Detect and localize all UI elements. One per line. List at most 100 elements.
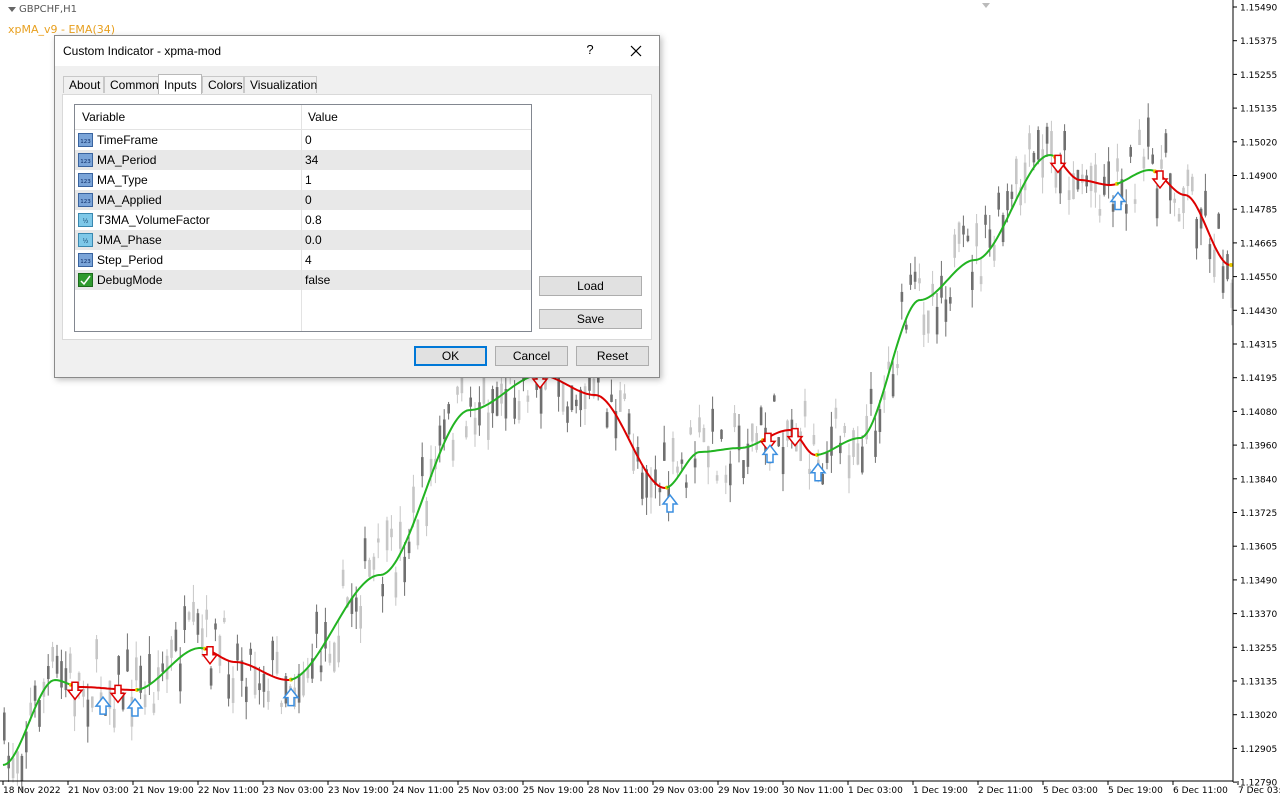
candle [979, 258, 983, 292]
candle [839, 435, 842, 465]
price-axis: 1.15490 1.15375 1.15255 1.15135 1.15020 1.149… [1233, 4, 1277, 789]
time-label: 5 Dec 03:00 [1043, 786, 1098, 796]
candle [324, 607, 327, 662]
param-value[interactable]: 0.8 [305, 210, 322, 230]
candle [1226, 250, 1229, 282]
table-row[interactable]: ½ JMA_Phase 0.0 [75, 230, 531, 250]
param-value[interactable]: 0 [305, 190, 312, 210]
table-header: Variable Value [75, 105, 531, 130]
svg-text:123: 123 [80, 199, 91, 205]
param-value[interactable]: false [305, 270, 330, 290]
time-label: 21 Nov 19:00 [133, 786, 194, 796]
param-value[interactable]: 0 [305, 130, 312, 150]
chart-shift-marker[interactable] [982, 3, 990, 8]
candle [724, 465, 728, 495]
ma-segment [70, 683, 138, 691]
price-label: 1.15020 [1240, 138, 1277, 148]
candle [341, 559, 345, 589]
param-name: DebugMode [97, 273, 163, 287]
candle [962, 215, 965, 248]
candle [1116, 143, 1119, 181]
candle [557, 372, 560, 412]
candle [394, 566, 398, 606]
load-button[interactable]: Load [539, 276, 642, 296]
table-row[interactable]: ½ T3MA_VolumeFactor 0.8 [75, 210, 531, 230]
candle [16, 750, 19, 786]
column-header-variable[interactable]: Variable [82, 105, 125, 129]
tab-visualization[interactable]: Visualization [244, 76, 317, 93]
sell-arrow-icon [1151, 170, 1169, 190]
double-param-icon: ½ [78, 233, 93, 247]
table-row[interactable]: 123 TimeFrame 0 [75, 130, 531, 150]
tab-about[interactable]: About [63, 76, 104, 93]
candle [1177, 208, 1181, 222]
candle [663, 425, 666, 462]
column-header-value[interactable]: Value [308, 105, 338, 129]
candle [267, 678, 270, 710]
close-button[interactable] [625, 40, 647, 62]
candle [619, 381, 622, 412]
candle [918, 263, 921, 291]
ok-button[interactable]: OK [414, 346, 487, 366]
table-row[interactable]: DebugMode false [75, 270, 531, 290]
dialog-titlebar[interactable]: Custom Indicator - xpma-mod ? [55, 36, 659, 66]
param-value[interactable]: 34 [305, 150, 318, 170]
param-name: MA_Applied [97, 193, 162, 207]
candle [236, 634, 239, 671]
param-value[interactable]: 4 [305, 250, 312, 270]
candle [240, 647, 244, 697]
candle [733, 405, 736, 433]
candle [957, 221, 961, 253]
candle [245, 677, 248, 720]
candle [403, 542, 406, 596]
candle [95, 635, 98, 673]
price-label: 1.13255 [1240, 644, 1277, 654]
candle [1019, 178, 1022, 216]
table-row[interactable]: 123 MA_Applied 0 [75, 190, 531, 210]
candle [1133, 183, 1137, 213]
table-row[interactable]: 123 MA_Period 34 [75, 150, 531, 170]
bool-param-icon [78, 273, 93, 287]
param-value[interactable]: 0.0 [305, 230, 322, 250]
candle [821, 463, 824, 485]
help-button[interactable]: ? [583, 40, 597, 60]
candle [971, 254, 974, 308]
candle [1107, 147, 1110, 199]
candle [205, 595, 208, 638]
candle [1142, 148, 1146, 182]
price-label: 1.13135 [1240, 678, 1277, 688]
reset-button[interactable]: Reset [576, 346, 649, 366]
tab-inputs[interactable]: Inputs [158, 74, 202, 94]
column-separator[interactable] [301, 105, 302, 331]
price-label: 1.15135 [1240, 105, 1277, 115]
candle [685, 474, 688, 499]
candle [82, 680, 85, 708]
save-button[interactable]: Save [539, 309, 642, 329]
cancel-button[interactable]: Cancel [495, 346, 568, 366]
candle [1067, 176, 1071, 215]
price-label: 1.13960 [1240, 442, 1277, 452]
candle [47, 654, 50, 696]
tab-common[interactable]: Common [104, 76, 159, 93]
candle [1037, 126, 1040, 165]
candle [773, 393, 776, 403]
candle [381, 576, 384, 613]
candle [465, 420, 468, 440]
candle [421, 442, 424, 488]
candle [1217, 212, 1220, 229]
table-row[interactable]: 123 MA_Type 1 [75, 170, 531, 190]
candle [275, 636, 279, 676]
param-value[interactable]: 1 [305, 170, 312, 190]
table-row[interactable]: 123 Step_Period 4 [75, 250, 531, 270]
price-label: 1.15375 [1240, 37, 1277, 47]
candle [953, 228, 956, 268]
candle [975, 213, 978, 265]
price-label: 1.15490 [1240, 4, 1277, 14]
candle [187, 610, 191, 622]
price-label: 1.14785 [1240, 206, 1277, 216]
tab-colors[interactable]: Colors [202, 76, 244, 93]
candle [922, 301, 926, 348]
candle [614, 399, 618, 451]
price-label: 1.15255 [1240, 71, 1277, 81]
candle [1103, 164, 1106, 197]
